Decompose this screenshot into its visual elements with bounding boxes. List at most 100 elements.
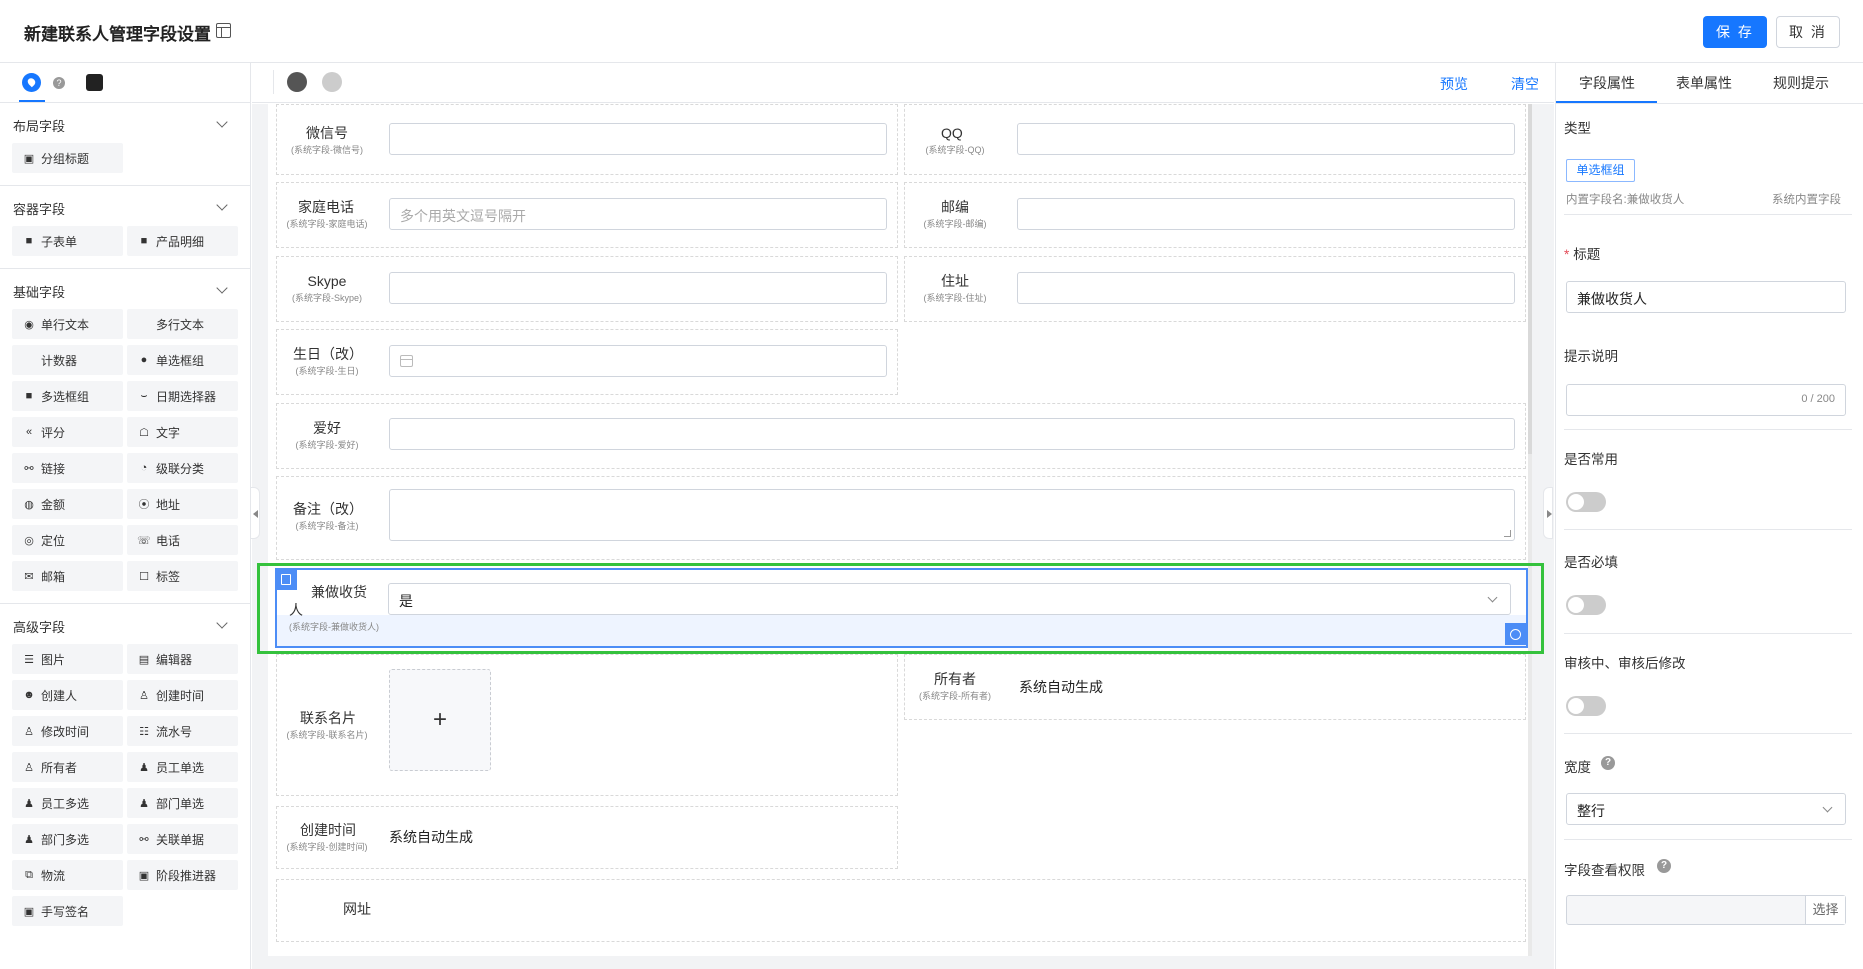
width-select[interactable]: 整行 (1566, 793, 1846, 825)
palette-item[interactable]: ⚯ 链接 (12, 453, 123, 483)
select-permission-button[interactable]: 选择 (1805, 896, 1845, 924)
palette-item[interactable]: ☰ 图片 (12, 644, 123, 674)
tab-rule-hints[interactable]: 规则提示 (1773, 73, 1829, 93)
palette-item[interactable]: ☖ 文字 (127, 417, 238, 447)
palette-item[interactable]: ☷ 流水号 (127, 716, 238, 746)
palette-section-header[interactable]: 基础字段 (0, 275, 250, 307)
cancel-button[interactable]: 取 消 (1776, 16, 1840, 48)
field-remark[interactable]: 备注（改） (系统字段-备注) (276, 476, 1526, 560)
field-postcode[interactable]: 邮编 (系统字段-邮编) (904, 182, 1526, 248)
palette-item[interactable]: ☐ 标签 (127, 561, 238, 591)
location-pin-icon[interactable] (22, 73, 41, 92)
postcode-input[interactable] (1017, 198, 1515, 230)
palette-item[interactable]: ● 单选框组 (127, 345, 238, 375)
palette-item[interactable]: ✉ 邮箱 (12, 561, 123, 591)
field-skype[interactable]: Skype (系统字段-Skype) (276, 256, 898, 322)
palette-item[interactable]: ▣ 手写签名 (12, 896, 123, 926)
clear-link[interactable]: 清空 (1511, 74, 1539, 94)
field-owner[interactable]: 所有者 (系统字段-所有者) 系统自动生成 (904, 654, 1526, 720)
delete-field-icon[interactable] (1505, 623, 1526, 645)
remark-textarea[interactable] (389, 489, 1515, 541)
qq-input[interactable] (1017, 123, 1515, 155)
help-icon[interactable]: ? (53, 77, 65, 89)
chevron-down-icon (216, 617, 228, 629)
upload-card-button[interactable]: + (389, 669, 491, 771)
palette-item[interactable]: ◔ 级联分类 (127, 453, 238, 483)
palette-item[interactable]: ⌣ 日期选择器 (127, 381, 238, 411)
field-business-card[interactable]: 联系名片 (系统字段-联系名片) (276, 654, 898, 796)
collapse-right-handle[interactable] (1543, 487, 1553, 539)
field-home-phone[interactable]: 家庭电话 (系统字段-家庭电话) 多个用英文逗号隔开 (276, 182, 898, 248)
hint-input[interactable]: 0 / 200 (1566, 384, 1846, 416)
mobile-view-icon[interactable] (322, 72, 342, 92)
divider (1564, 633, 1852, 634)
field-created-time[interactable]: 创建时间 (系统字段-创建时间) 系统自动生成 (276, 806, 898, 869)
field-hobby[interactable]: 爱好 (系统字段-爱好) (276, 403, 1526, 469)
palette-item[interactable]: ☻ 创建人 (12, 680, 123, 710)
field-wechat[interactable]: 微信号 (系统字段-微信号) (276, 104, 898, 175)
hint-label: 提示说明 (1564, 349, 1618, 364)
width-help-icon[interactable]: ? (1601, 756, 1615, 770)
skype-input[interactable] (389, 272, 887, 304)
palette-section-header[interactable]: 高级字段 (0, 610, 250, 642)
view-permission-picker[interactable]: 选择 (1566, 895, 1846, 925)
canvas-scrollbar[interactable] (1528, 104, 1532, 956)
palette-section-header[interactable]: 布局字段 (0, 109, 250, 141)
resize-handle[interactable] (1504, 530, 1511, 537)
field-birthday[interactable]: 生日（改） (系统字段-生日) (276, 329, 898, 395)
collapse-left-handle[interactable] (250, 487, 260, 539)
hobby-input[interactable] (389, 418, 1515, 450)
palette-item[interactable]: ◎ 定位 (12, 525, 123, 555)
palette-item[interactable]: ♙ 创建时间 (127, 680, 238, 710)
title-input[interactable]: 兼做收货人 (1566, 281, 1846, 313)
cascade-icon: ◔ (140, 462, 148, 474)
common-toggle[interactable] (1566, 492, 1606, 512)
drag-handle-icon[interactable] (275, 568, 297, 590)
square-icon[interactable] (86, 74, 103, 91)
field-website[interactable]: 网址 (276, 879, 1526, 942)
tab-field-properties[interactable]: 字段属性 (1579, 73, 1635, 93)
width-select-value: 整行 (1577, 803, 1605, 819)
palette-item[interactable]: ◍ 金额 (12, 489, 123, 519)
palette-item[interactable]: ♙ 所有者 (12, 752, 123, 782)
required-toggle[interactable] (1566, 595, 1606, 615)
divider (1564, 529, 1852, 530)
birthday-date-picker[interactable] (389, 345, 887, 377)
field-label-wrap: 人 (289, 602, 303, 618)
palette-item[interactable]: ♟ 员工单选 (127, 752, 238, 782)
field-qq[interactable]: QQ (系统字段-QQ) (904, 104, 1526, 175)
palette-item[interactable]: ▤ 编辑器 (127, 644, 238, 674)
home-phone-input[interactable]: 多个用英文逗号隔开 (389, 198, 887, 230)
palette-item[interactable]: ☏ 电话 (127, 525, 238, 555)
save-button[interactable]: 保 存 (1703, 16, 1767, 48)
wechat-input[interactable] (389, 123, 887, 155)
palette-item[interactable]: 计数器 (12, 345, 123, 375)
palette-item[interactable]: 多行文本 (127, 309, 238, 339)
palette-item[interactable]: ■ 子表单 (12, 226, 123, 256)
layout-icon[interactable] (216, 23, 231, 38)
field-residence[interactable]: 住址 (系统字段-住址) (904, 256, 1526, 322)
palette-item[interactable]: ⦿ 地址 (127, 489, 238, 519)
palette-item[interactable]: ◉ 单行文本 (12, 309, 123, 339)
palette-item-label: 定位 (41, 533, 66, 548)
tab-form-properties[interactable]: 表单属性 (1676, 73, 1732, 93)
palette-item[interactable]: ⚯ 关联单据 (127, 824, 238, 854)
palette-item[interactable]: ♟ 部门单选 (127, 788, 238, 818)
palette-item[interactable]: ♟ 员工多选 (12, 788, 123, 818)
palette-item[interactable]: ■ 多选框组 (12, 381, 123, 411)
palette-item[interactable]: ⧉ 物流 (12, 860, 123, 890)
palette-item[interactable]: ♟ 部门多选 (12, 824, 123, 854)
palette-item[interactable]: ■ 产品明细 (127, 226, 238, 256)
field-sublabel: (系统字段-Skype) (291, 293, 362, 303)
pc-view-icon[interactable] (287, 72, 307, 92)
palette-item[interactable]: ▣ 阶段推进器 (127, 860, 238, 890)
consignee-select[interactable]: 是 (388, 583, 1511, 615)
palette-item[interactable]: « 评分 (12, 417, 123, 447)
audit-edit-toggle[interactable] (1566, 696, 1606, 716)
palette-section-header[interactable]: 容器字段 (0, 192, 250, 224)
preview-link[interactable]: 预览 (1440, 74, 1468, 94)
residence-input[interactable] (1017, 272, 1515, 304)
palette-item[interactable]: ♙ 修改时间 (12, 716, 123, 746)
palette-item[interactable]: ▣ 分组标题 (12, 143, 123, 173)
permission-help-icon[interactable]: ? (1657, 859, 1671, 873)
